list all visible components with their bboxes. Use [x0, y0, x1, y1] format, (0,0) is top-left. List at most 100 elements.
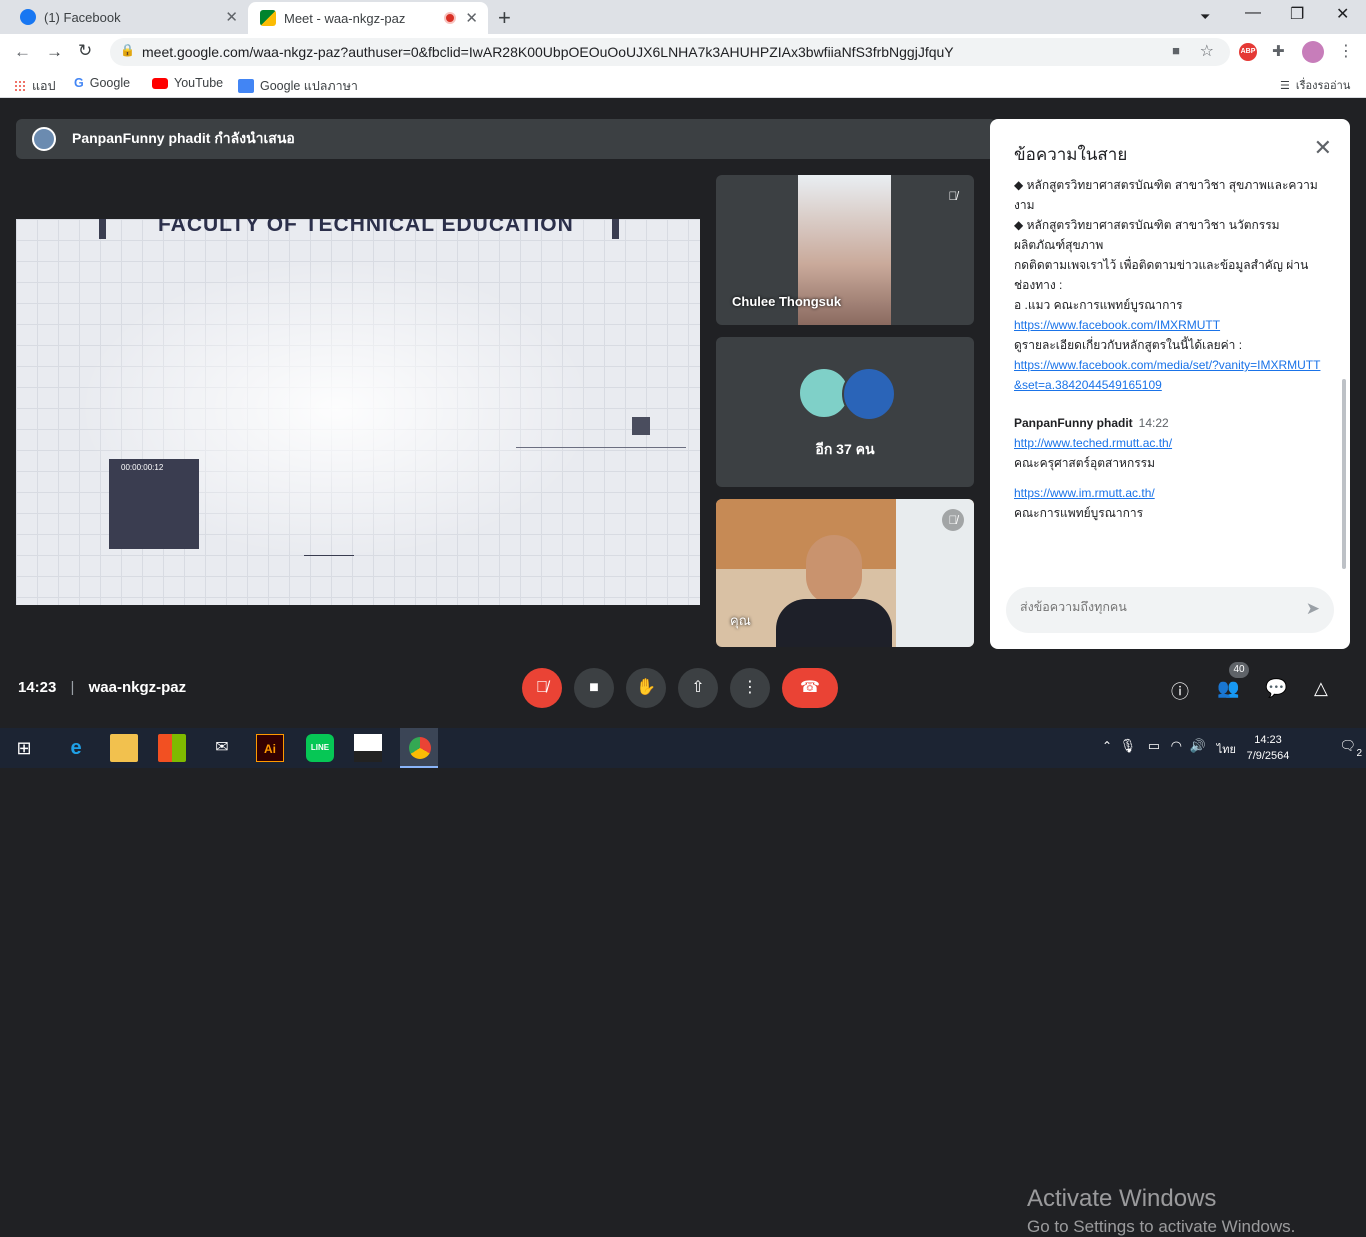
- start-button[interactable]: ⊞: [10, 734, 38, 762]
- back-button[interactable]: ←: [14, 42, 31, 62]
- window-close-button[interactable]: ✕: [1336, 4, 1349, 24]
- chat-icon[interactable]: 💬: [1265, 678, 1287, 699]
- reading-list-label: เรื่องรออ่าน: [1295, 80, 1351, 92]
- people-icon[interactable]: 👥: [1217, 678, 1239, 699]
- illustrator-icon[interactable]: Ai: [256, 734, 284, 762]
- extensions-icon[interactable]: ✚: [1272, 42, 1285, 60]
- tab-bar: (1) Facebook ✕ Meet - waa-nkgz-paz ✕ + ⏷…: [0, 0, 1366, 34]
- chat-sender: PanpanFunny phadit: [1014, 416, 1133, 430]
- chat-link[interactable]: http://www.teched.rmutt.ac.th/: [1014, 436, 1172, 450]
- minimize-button[interactable]: —: [1245, 4, 1261, 22]
- chat-time: 14:22: [1138, 416, 1169, 430]
- slide-title: FACULTY OF TECHNICAL EDUCATION: [158, 219, 574, 236]
- facebook-icon: [20, 9, 36, 25]
- watermark-subtitle: Go to Settings to activate Windows.: [1027, 1217, 1296, 1236]
- mic-tray-icon[interactable]: 🎙: [1119, 738, 1136, 754]
- bookmark-apps[interactable]: แอป: [14, 76, 56, 96]
- forward-button[interactable]: →: [46, 42, 63, 62]
- meeting-info: 14:23 | waa-nkgz-paz: [18, 679, 187, 696]
- slide-bracket: [612, 219, 619, 239]
- bookmark-label: Google แปลภาษา: [260, 79, 358, 93]
- chat-line: ◆ หลักสูตรวิทยาศาสตรบัณฑิต สาขาวิชา สุขภ…: [1014, 178, 1318, 212]
- close-icon[interactable]: ✕: [465, 9, 478, 27]
- close-chat-button[interactable]: ✕: [1314, 135, 1332, 161]
- bookmark-star-icon[interactable]: ☆: [1200, 41, 1214, 61]
- meeting-code: waa-nkgz-paz: [88, 679, 187, 696]
- camera-icon[interactable]: ■: [1172, 43, 1180, 58]
- activities-icon[interactable]: △: [1314, 678, 1328, 699]
- more-options-button[interactable]: ⋮: [730, 668, 770, 708]
- participant-tile[interactable]: 🎙̸ Chulee Thongsuk: [716, 175, 974, 325]
- meet-icon: [260, 10, 276, 26]
- raise-hand-button[interactable]: ✋: [626, 668, 666, 708]
- profile-avatar[interactable]: [1302, 41, 1324, 63]
- bookmark-youtube[interactable]: YouTube: [152, 76, 223, 90]
- presenter-avatar: [32, 127, 56, 151]
- omnibox[interactable]: 🔒 meet.google.com/waa-nkgz-paz?authuser=…: [110, 38, 1230, 66]
- avatar: [842, 367, 896, 421]
- slide-marker: [632, 417, 650, 435]
- bookmark-translate[interactable]: Google แปลภาษา: [238, 76, 358, 96]
- tab-meet[interactable]: Meet - waa-nkgz-paz ✕: [248, 2, 488, 34]
- others-count: อีก 37 คน: [815, 441, 875, 457]
- line-icon[interactable]: LINE: [306, 734, 334, 762]
- slide-timer: 00:00:00:12: [121, 463, 164, 472]
- tab-title: Meet - waa-nkgz-paz: [284, 10, 406, 26]
- system-clock[interactable]: 14:23 7/9/2564: [1240, 732, 1296, 764]
- slide-line: [516, 447, 686, 448]
- send-icon[interactable]: ➤: [1306, 599, 1320, 619]
- tray-chevron-icon[interactable]: ⌃: [1102, 739, 1112, 753]
- info-icon[interactable]: ⓘ: [1171, 678, 1189, 704]
- wifi-icon[interactable]: ◠: [1171, 738, 1182, 754]
- control-bar: 14:23 | waa-nkgz-paz 🎙̸ ■ ✋ ⇧ ⋮ ☎ ⓘ 👥 40…: [0, 650, 1366, 1236]
- chrome-taskbar-button[interactable]: [400, 728, 438, 768]
- mail-icon[interactable]: ✉: [208, 734, 236, 762]
- meeting-time: 14:23: [18, 679, 57, 696]
- menu-icon[interactable]: ⋮: [1338, 41, 1354, 61]
- reading-list-icon: ☰: [1280, 79, 1290, 92]
- others-tile[interactable]: อีก 37 คน: [716, 337, 974, 487]
- url-text[interactable]: meet.google.com/waa-nkgz-paz?authuser=0&…: [142, 44, 954, 60]
- chat-link[interactable]: https://www.facebook.com/media/set/?vani…: [1014, 358, 1320, 392]
- lock-icon: 🔒: [120, 43, 135, 57]
- chat-scrollbar[interactable]: [1342, 379, 1346, 569]
- tab-search-icon[interactable]: ⏷: [1200, 9, 1210, 25]
- close-icon[interactable]: ✕: [225, 8, 238, 26]
- bookmark-label: YouTube: [174, 76, 224, 90]
- self-tile[interactable]: 🎙̸ คุณ: [716, 499, 974, 647]
- adblock-icon[interactable]: ABP: [1239, 43, 1257, 61]
- chat-link[interactable]: https://www.facebook.com/IMXRMUTT: [1014, 318, 1220, 332]
- leave-call-button[interactable]: ☎: [782, 668, 838, 708]
- photos-icon[interactable]: [354, 734, 382, 762]
- chat-messages[interactable]: ◆ หลักสูตรวิทยาศาสตรบัณฑิต สาขาวิชา สุขภ…: [1014, 177, 1326, 587]
- slide-timer-box: 00:00:00:12: [109, 459, 199, 549]
- store-icon[interactable]: [158, 734, 186, 762]
- mic-off-icon: 🎙̸: [942, 509, 964, 531]
- chat-input[interactable]: [1020, 600, 1290, 614]
- mic-toggle-button[interactable]: 🎙̸: [522, 668, 562, 708]
- apps-grid-icon: [14, 80, 26, 92]
- reading-list[interactable]: ☰ เรื่องรออ่าน: [1280, 76, 1350, 94]
- chat-link[interactable]: https://www.im.rmutt.ac.th/: [1014, 486, 1155, 500]
- reload-button[interactable]: ↻: [78, 41, 92, 61]
- taskbar: ⊞ e ✉ Ai LINE ⌃ 🎙 ▭ ◠ 🔊 ไทย 14:23 7/9/25…: [0, 728, 1366, 768]
- bookmark-google[interactable]: G Google: [74, 76, 130, 90]
- bookmark-label: Google: [89, 76, 131, 90]
- maximize-button[interactable]: ❐: [1290, 4, 1304, 24]
- language-indicator[interactable]: ไทย: [1217, 740, 1236, 758]
- camera-toggle-button[interactable]: ■: [574, 668, 614, 708]
- chat-line: ดูรายละเอียดเกี่ยวกับหลักสูตรในนี้ได้เลย…: [1014, 338, 1243, 352]
- battery-icon[interactable]: ▭: [1148, 738, 1160, 754]
- watermark-title: Activate Windows: [1027, 1185, 1217, 1212]
- present-button[interactable]: ⇧: [678, 668, 718, 708]
- tab-facebook[interactable]: (1) Facebook ✕: [8, 0, 248, 34]
- notification-icon[interactable]: 🗨: [1339, 738, 1356, 754]
- edge-icon[interactable]: e: [62, 734, 90, 762]
- volume-icon[interactable]: 🔊: [1190, 738, 1206, 754]
- presentation-screen: FACULTY OF TECHNICAL EDUCATION 00:00:00:…: [16, 219, 700, 605]
- file-explorer-icon[interactable]: [110, 734, 138, 762]
- new-tab-button[interactable]: +: [498, 5, 511, 31]
- clock-time: 14:23: [1254, 734, 1282, 746]
- chat-input-box: ➤: [1006, 587, 1334, 633]
- participant-count-badge: 40: [1229, 662, 1249, 678]
